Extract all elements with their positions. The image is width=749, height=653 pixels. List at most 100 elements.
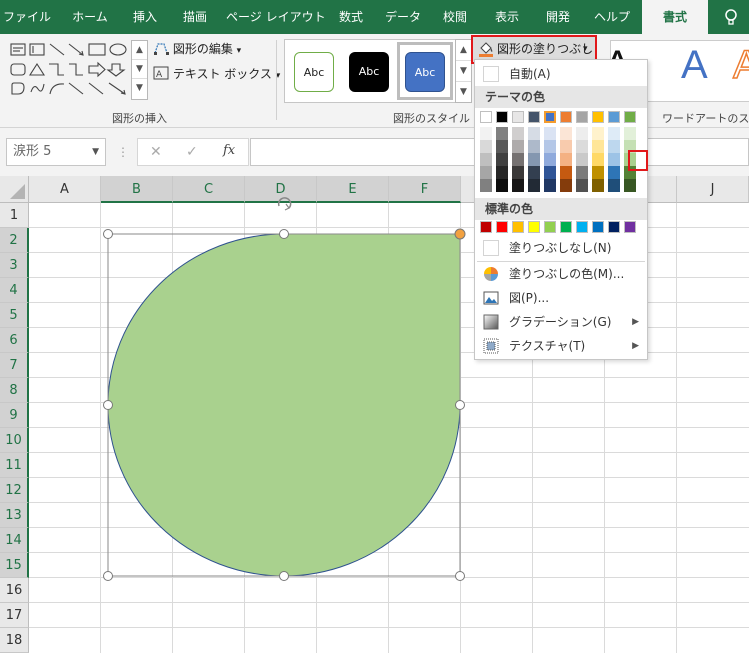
- theme-shade-swatch[interactable]: [544, 153, 556, 166]
- adjustment-handle[interactable]: [454, 228, 466, 240]
- edit-shape-button[interactable]: 図形の編集 ▾: [153, 40, 241, 57]
- theme-shade-swatch[interactable]: [480, 140, 492, 153]
- tab-home[interactable]: ホーム: [63, 0, 117, 34]
- auto-fill-item[interactable]: 自動(A): [475, 62, 647, 86]
- theme-shade-swatch[interactable]: [560, 166, 572, 179]
- gallery-more-icon[interactable]: ▼: [456, 82, 471, 103]
- resize-handle[interactable]: [279, 571, 289, 581]
- style-preset-blue[interactable]: Abc: [405, 52, 445, 92]
- theme-shade-swatch[interactable]: [528, 153, 540, 166]
- standard-color-swatch[interactable]: [512, 221, 524, 233]
- theme-shade-swatch[interactable]: [576, 166, 588, 179]
- standard-color-swatch[interactable]: [560, 221, 572, 233]
- scroll-down-icon[interactable]: ▼: [132, 60, 147, 79]
- theme-color-swatch[interactable]: [624, 111, 636, 123]
- text-box-button[interactable]: A テキスト ボックス ▾: [153, 65, 280, 82]
- theme-shade-swatch[interactable]: [528, 166, 540, 179]
- standard-color-swatch[interactable]: [496, 221, 508, 233]
- theme-shade-swatch[interactable]: [496, 140, 508, 153]
- style-preset-black[interactable]: Abc: [349, 52, 389, 92]
- theme-color-swatch[interactable]: [608, 111, 620, 123]
- rotate-handle-icon[interactable]: [277, 197, 292, 211]
- theme-shade-swatch[interactable]: [512, 127, 524, 140]
- theme-shade-swatch[interactable]: [480, 153, 492, 166]
- shape-styles-scroll[interactable]: ▲ ▼ ▼: [455, 39, 472, 103]
- theme-shade-swatch[interactable]: [560, 127, 572, 140]
- gallery-more-icon[interactable]: ▼: [132, 79, 147, 98]
- tab-insert[interactable]: 挿入: [122, 0, 168, 34]
- theme-shade-swatch[interactable]: [512, 140, 524, 153]
- resize-handle[interactable]: [103, 229, 113, 239]
- theme-shade-swatch[interactable]: [608, 140, 620, 153]
- theme-shade-swatch[interactable]: [512, 153, 524, 166]
- resize-handle[interactable]: [455, 571, 465, 581]
- theme-color-swatch[interactable]: [576, 111, 588, 123]
- theme-color-swatch[interactable]: [512, 111, 524, 123]
- wordart-style-orange-outline[interactable]: A: [732, 42, 749, 88]
- standard-color-swatch[interactable]: [544, 221, 556, 233]
- name-box[interactable]: 涙形 5 ▼: [6, 138, 106, 166]
- theme-shade-swatch[interactable]: [480, 166, 492, 179]
- theme-shade-swatch[interactable]: [592, 153, 604, 166]
- theme-shade-swatch[interactable]: [624, 179, 636, 192]
- standard-color-swatch[interactable]: [624, 221, 636, 233]
- tab-review[interactable]: 校閲: [432, 0, 478, 34]
- shape-gallery[interactable]: [8, 40, 130, 100]
- theme-shade-swatch[interactable]: [560, 179, 572, 192]
- standard-color-swatch[interactable]: [576, 221, 588, 233]
- more-fill-colors-item[interactable]: 塗りつぶしの色(M)...: [475, 262, 647, 286]
- gradient-fill-item[interactable]: グラデーション(G) ▶: [475, 310, 647, 334]
- theme-shade-swatch[interactable]: [560, 153, 572, 166]
- theme-shade-swatch[interactable]: [592, 179, 604, 192]
- theme-shade-swatch[interactable]: [608, 127, 620, 140]
- style-preset-outline-green[interactable]: Abc: [294, 52, 334, 92]
- cancel-icon[interactable]: ✕: [150, 144, 162, 160]
- scroll-up-icon[interactable]: ▲: [132, 41, 147, 60]
- enter-icon[interactable]: ✓: [186, 144, 198, 160]
- texture-fill-item[interactable]: テクスチャ(T) ▶: [475, 334, 647, 358]
- resize-handle[interactable]: [455, 400, 465, 410]
- theme-shade-swatch[interactable]: [560, 140, 572, 153]
- theme-shade-swatch[interactable]: [528, 127, 540, 140]
- theme-shade-swatch[interactable]: [496, 127, 508, 140]
- tab-data[interactable]: データ: [380, 0, 426, 34]
- tell-me-icon[interactable]: [712, 0, 749, 34]
- theme-shade-swatch[interactable]: [576, 179, 588, 192]
- theme-shade-swatch[interactable]: [496, 166, 508, 179]
- theme-shade-swatch[interactable]: [576, 153, 588, 166]
- theme-color-swatch[interactable]: [560, 111, 572, 123]
- theme-shade-swatch[interactable]: [496, 179, 508, 192]
- tab-draw[interactable]: 描画: [172, 0, 218, 34]
- standard-color-swatch[interactable]: [528, 221, 540, 233]
- theme-shade-swatch[interactable]: [544, 140, 556, 153]
- theme-color-swatch[interactable]: [528, 111, 540, 123]
- picture-fill-item[interactable]: 図(P)...: [475, 286, 647, 310]
- wordart-style-blue[interactable]: A: [681, 43, 708, 88]
- tab-help[interactable]: ヘルプ: [588, 0, 636, 34]
- tab-formulas[interactable]: 数式: [328, 0, 374, 34]
- theme-shade-swatch[interactable]: [624, 127, 636, 140]
- theme-shade-swatch[interactable]: [576, 127, 588, 140]
- insert-function-icon[interactable]: fx: [223, 143, 235, 158]
- theme-shade-swatch[interactable]: [512, 166, 524, 179]
- theme-shade-swatch[interactable]: [592, 140, 604, 153]
- standard-color-swatch[interactable]: [608, 221, 620, 233]
- tab-view[interactable]: 表示: [484, 0, 530, 34]
- theme-shade-swatch[interactable]: [512, 179, 524, 192]
- standard-color-swatch[interactable]: [480, 221, 492, 233]
- no-fill-item[interactable]: 塗りつぶしなし(N): [475, 236, 647, 260]
- theme-shade-swatch[interactable]: [480, 127, 492, 140]
- tab-page-layout[interactable]: ページ レイアウト: [226, 0, 326, 34]
- tab-format[interactable]: 書式: [642, 0, 708, 34]
- theme-color-swatch[interactable]: [592, 111, 604, 123]
- theme-shade-swatch[interactable]: [592, 127, 604, 140]
- theme-color-swatch[interactable]: [496, 111, 508, 123]
- standard-color-swatch[interactable]: [592, 221, 604, 233]
- theme-shade-swatch[interactable]: [528, 179, 540, 192]
- theme-shade-swatch[interactable]: [480, 179, 492, 192]
- tab-file[interactable]: ファイル: [0, 0, 54, 34]
- theme-color-swatch[interactable]: [544, 111, 556, 123]
- theme-shade-swatch[interactable]: [608, 179, 620, 192]
- scroll-up-icon[interactable]: ▲: [456, 40, 471, 61]
- theme-shade-swatch[interactable]: [576, 140, 588, 153]
